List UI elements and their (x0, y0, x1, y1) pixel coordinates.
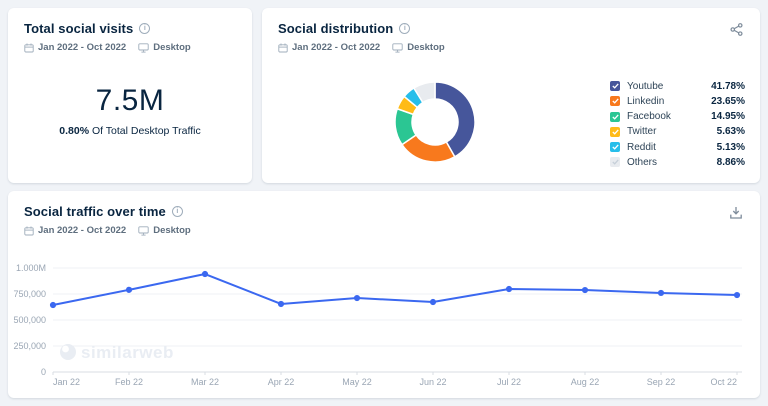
distribution-legend: Youtube 41.78% Linkedin 23.65% Facebook 14.95… (610, 80, 745, 168)
legend-value: 5.13% (716, 141, 745, 153)
data-point-feb-22[interactable] (125, 286, 133, 293)
check-icon (611, 114, 619, 120)
legend-checkbox[interactable] (610, 96, 620, 107)
legend-label: Reddit (627, 141, 656, 153)
legend-label: Others (627, 156, 658, 168)
legend-item-youtube[interactable]: Youtube 41.78% (610, 80, 745, 92)
legend-label: Linkedin (627, 95, 665, 107)
filters-row: Jan 2022 - Oct 2022 Desktop (278, 42, 445, 53)
donut-chart[interactable] (380, 67, 490, 177)
total-visits-value: 7.5M (95, 84, 165, 117)
social-distribution-card: Social distribution Jan 2022 - Oct 2022 … (262, 8, 760, 183)
info-icon[interactable] (399, 23, 411, 34)
legend-item-others[interactable]: Others 8.86% (610, 156, 745, 168)
legend-item-facebook[interactable]: Facebook 14.95% (610, 111, 745, 123)
x-axis-label: May 22 (342, 377, 372, 387)
logo-swirl (62, 345, 69, 353)
date-range: Jan 2022 - Oct 2022 (292, 42, 381, 53)
data-point-aug-22[interactable] (581, 286, 589, 294)
traffic-share-percent: 0.80% (59, 125, 90, 137)
legend-label: Twitter (627, 126, 657, 138)
data-point-apr-22[interactable] (277, 300, 285, 308)
check-icon (611, 144, 619, 150)
legend-label: Facebook (627, 111, 671, 123)
card-header: Total social visits Jan 2022 - Oct 2022 … (24, 21, 191, 53)
check-icon (611, 159, 619, 166)
card-header: Social distribution Jan 2022 - Oct 2022 … (278, 21, 445, 53)
legend-value: 8.86% (716, 156, 745, 168)
data-point-jan-22[interactable] (49, 301, 57, 309)
data-point-sep-22[interactable] (657, 289, 665, 297)
desktop-icon (138, 42, 149, 53)
traffic-share-text: 0.80% Of Total Desktop Traffic (8, 125, 252, 137)
date-range: Jan 2022 - Oct 2022 (38, 42, 127, 53)
legend-checkbox[interactable] (610, 142, 620, 153)
card-title: Social distribution (278, 21, 394, 36)
total-visits-metric: 7.5M 0.80% Of Total Desktop Traffic (8, 84, 252, 137)
x-axis-label: Jun 22 (419, 377, 446, 387)
y-axis-label: 750,000 (13, 289, 46, 299)
filters-row: Jan 2022 - Oct 2022 Desktop (24, 42, 191, 53)
traffic-share-caption: Of Total Desktop Traffic (91, 125, 201, 137)
share-icon[interactable] (729, 22, 744, 37)
card-title: Total social visits (24, 21, 134, 36)
x-axis-label: Jan 22 (53, 377, 80, 387)
data-point-may-22[interactable] (353, 294, 361, 302)
legend-checkbox[interactable] (610, 157, 620, 168)
series-line (52, 273, 738, 307)
line-chart[interactable]: 1.000M 750,000 500,000 250,000 0 Jan 22 Feb 22… (8, 191, 760, 398)
y-axis-label: 1.000M (16, 263, 46, 273)
x-axis-label: Feb 22 (115, 377, 143, 387)
legend-value: 23.65% (711, 95, 745, 107)
x-axis-label: Jul 22 (497, 377, 521, 387)
legend-item-linkedin[interactable]: Linkedin 23.65% (610, 95, 745, 107)
x-axis-label: Mar 22 (191, 377, 219, 387)
calendar-icon (24, 43, 34, 52)
check-icon (611, 83, 619, 89)
y-axis-label: 500,000 (13, 315, 46, 325)
y-axis-label: 0 (41, 367, 46, 377)
check-icon (611, 98, 619, 105)
device-label: Desktop (407, 42, 445, 53)
similarweb-logo-icon (60, 344, 76, 360)
device-label: Desktop (153, 42, 191, 53)
calendar-icon (278, 43, 288, 52)
legend-checkbox[interactable] (610, 126, 620, 137)
legend-value: 14.95% (711, 111, 745, 123)
legend-value: 41.78% (711, 80, 745, 92)
data-point-jun-22[interactable] (429, 298, 437, 306)
data-point-mar-22[interactable] (201, 270, 209, 278)
total-social-visits-card: Total social visits Jan 2022 - Oct 2022 … (8, 8, 252, 183)
legend-item-twitter[interactable]: Twitter 5.63% (610, 126, 745, 138)
legend-checkbox[interactable] (610, 111, 620, 122)
data-point-jul-22[interactable] (505, 285, 513, 293)
x-axis-label: Aug 22 (571, 377, 600, 387)
check-icon (611, 129, 619, 135)
legend-value: 5.63% (716, 126, 745, 138)
x-axis-label: Sep 22 (647, 377, 676, 387)
info-icon[interactable] (139, 23, 151, 34)
x-axis-label: Apr 22 (268, 377, 295, 387)
y-axis-label: 250,000 (13, 341, 46, 351)
watermark-text: similarweb (81, 343, 174, 362)
legend-label: Youtube (627, 80, 664, 92)
desktop-icon (392, 42, 403, 53)
data-point-oct-22[interactable] (733, 291, 741, 299)
legend-checkbox[interactable] (610, 81, 620, 91)
legend-item-reddit[interactable]: Reddit 5.13% (610, 141, 745, 153)
x-axis-label: Oct 22 (710, 377, 737, 387)
social-traffic-over-time-card: Social traffic over time Jan 2022 - Oct … (8, 191, 760, 398)
